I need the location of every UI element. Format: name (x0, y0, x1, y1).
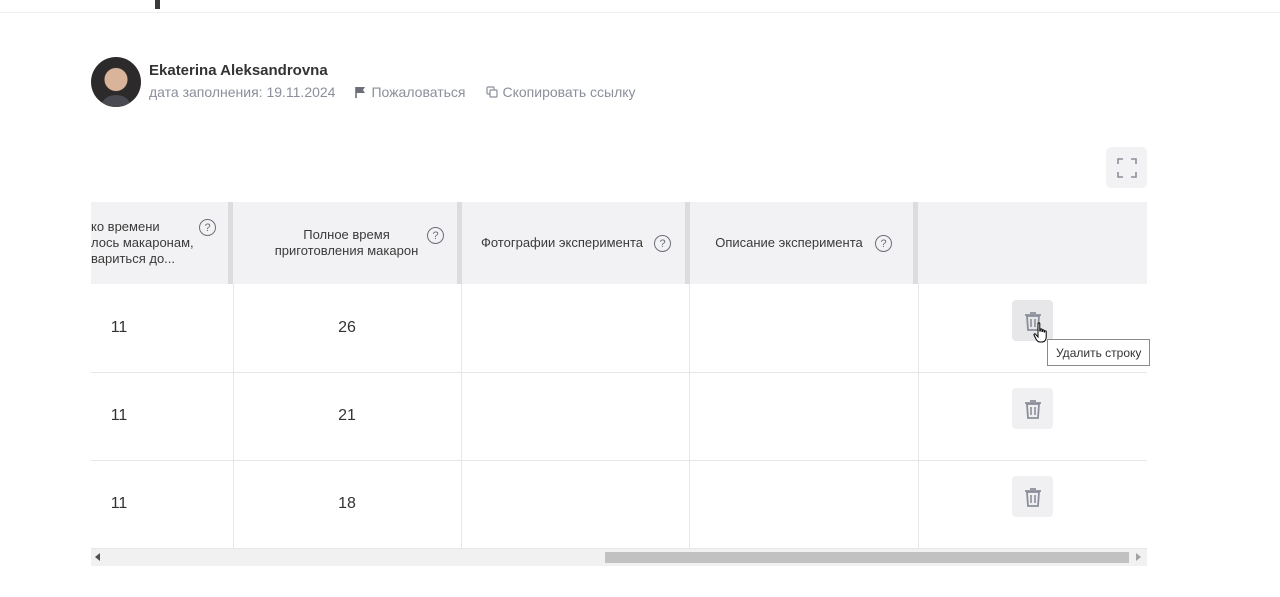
column-header-line: ко времени (91, 219, 160, 234)
cell-time-to-cook[interactable]: 11 (91, 284, 147, 372)
delete-row-button[interactable] (1012, 388, 1053, 429)
delete-row-tooltip: Удалить строку (1047, 339, 1151, 366)
copy-link-label: Скопировать ссылку (502, 84, 636, 100)
scroll-left-arrow[interactable] (95, 553, 100, 561)
column-header-line: приготовления макарон (274, 243, 419, 258)
cut-off-heading-fragment (155, 0, 160, 9)
column-header-time-to-cook: ко времени лось макаронам, вариться до..… (91, 202, 229, 284)
table-row: 11 26 (91, 284, 1147, 373)
fullscreen-button[interactable] (1106, 147, 1147, 188)
flag-icon (355, 87, 366, 98)
trash-icon (1024, 399, 1041, 419)
column-header-line: Описание эксперимента (715, 235, 863, 250)
fill-date: дата заполнения: 19.11.2024 (149, 84, 336, 100)
help-icon[interactable]: ? (875, 235, 892, 252)
cell-time-to-cook[interactable]: 11 (91, 460, 147, 548)
hand-cursor-icon (1033, 322, 1047, 343)
trash-icon (1024, 487, 1041, 507)
cell-total-time[interactable]: 18 (233, 460, 461, 548)
column-header-line: Полное время (303, 227, 390, 242)
column-header-total-time: Полное время приготовления макарон (233, 202, 461, 284)
cell-description[interactable] (690, 460, 918, 548)
cell-photos[interactable] (462, 372, 689, 460)
column-header-line: лось макаронам, (91, 235, 194, 250)
cell-photos[interactable] (462, 284, 689, 372)
horizontal-scrollbar[interactable] (91, 549, 1147, 566)
author-name[interactable]: Ekaterina Aleksandrovna (149, 62, 328, 79)
report-label: Пожаловаться (371, 84, 466, 100)
cell-time-to-cook[interactable]: 11 (91, 372, 147, 460)
cell-description[interactable] (690, 284, 918, 372)
cell-photos[interactable] (462, 460, 689, 548)
cell-description[interactable] (690, 372, 918, 460)
fullscreen-icon (1116, 157, 1137, 178)
table-row: 11 21 (91, 372, 1147, 461)
delete-row-button[interactable] (1012, 476, 1053, 517)
data-table: ко времени лось макаронам, вариться до..… (91, 202, 1147, 567)
table-row: 11 18 (91, 460, 1147, 549)
table-header: ко времени лось макаронам, вариться до..… (91, 202, 1147, 284)
copy-icon (485, 86, 498, 98)
avatar[interactable] (91, 57, 141, 107)
top-strip (0, 0, 1280, 13)
scroll-right-arrow[interactable] (1136, 553, 1141, 561)
column-header-actions (918, 202, 1147, 284)
column-header-line: Фотографии эксперимента (480, 235, 643, 250)
scrollbar-thumb[interactable] (605, 552, 1129, 563)
copy-link[interactable]: Скопировать ссылку (485, 84, 636, 100)
cell-total-time[interactable]: 26 (233, 284, 461, 372)
report-link[interactable]: Пожаловаться (355, 84, 466, 100)
help-icon[interactable]: ? (427, 227, 444, 244)
column-header-line: вариться до... (91, 251, 176, 266)
help-icon[interactable]: ? (199, 219, 216, 236)
help-icon[interactable]: ? (654, 235, 671, 252)
cell-total-time[interactable]: 21 (233, 372, 461, 460)
author-meta: дата заполнения: 19.11.2024 Пожаловаться… (149, 84, 636, 100)
